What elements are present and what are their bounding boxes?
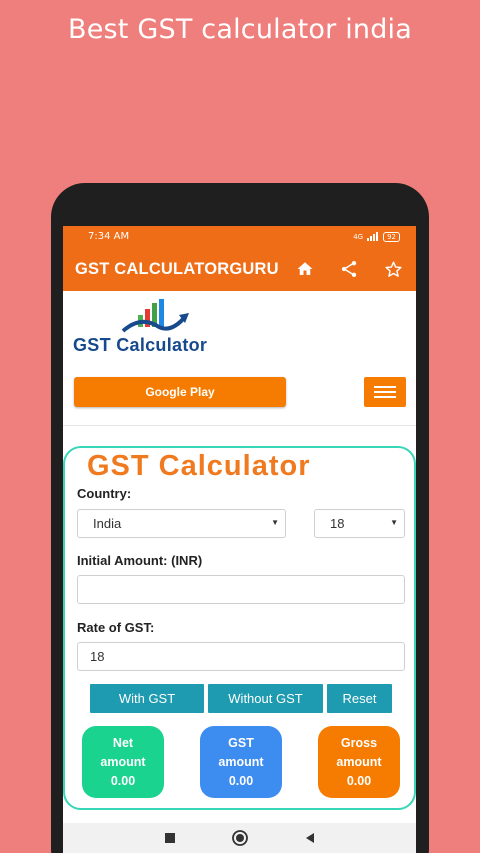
gross-amount-label-line2: amount (336, 754, 382, 769)
chevron-down-icon: ▼ (271, 518, 279, 527)
gst-amount-result: GST amount 0.00 (200, 726, 282, 798)
star-icon[interactable] (380, 256, 406, 282)
signal-bars-icon (367, 232, 379, 241)
cta-row: Google Play (63, 371, 416, 426)
back-icon[interactable] (304, 832, 316, 844)
signal-icon: 4G (353, 232, 364, 241)
app-actions (292, 256, 406, 282)
gross-amount-label-line1: Gross (340, 735, 378, 750)
status-bar: 7:34 AM 4G 92 (63, 226, 416, 247)
without-gst-button[interactable]: Without GST (208, 684, 323, 713)
home-icon[interactable] (292, 256, 318, 282)
app-title: GST CALCULATORGURU (75, 259, 279, 278)
rate-label: Rate of GST: (77, 620, 155, 635)
logo-text: GST Calculator (73, 335, 208, 355)
google-play-button[interactable]: Google Play (74, 377, 286, 407)
gst-amount-label-line2: amount (218, 754, 264, 769)
country-select-value: India (93, 516, 122, 531)
net-amount-result: Net amount 0.00 (82, 726, 164, 798)
rate-select[interactable]: 18 ▼ (314, 509, 405, 538)
share-icon[interactable] (336, 256, 362, 282)
calculator-heading: GST Calculator (87, 450, 311, 482)
gst-amount-value: 0.00 (228, 773, 254, 788)
country-select[interactable]: India ▼ (77, 509, 286, 538)
logo-area: GST Calculator (63, 291, 416, 371)
with-gst-button[interactable]: With GST (90, 684, 204, 713)
gross-amount-result: Gross amount 0.00 (318, 726, 400, 798)
status-time: 7:34 AM (88, 231, 130, 242)
net-amount-value: 0.00 (110, 773, 136, 788)
status-icons: 4G 92 (353, 231, 400, 242)
net-amount-label-line1: Net (112, 735, 134, 750)
country-label: Country: (77, 486, 132, 501)
rate-input[interactable]: 18 (77, 642, 405, 671)
hamburger-menu-icon[interactable] (364, 377, 406, 407)
chevron-down-icon: ▼ (390, 518, 398, 527)
app-screen: 7:34 AM 4G 92 GST CALCULATORGURU GST Cal… (63, 226, 416, 853)
home-nav-icon[interactable] (231, 829, 249, 847)
initial-amount-label: Initial Amount: (INR) (77, 553, 203, 568)
recents-icon[interactable] (164, 832, 176, 844)
chart-logo-icon (121, 299, 189, 333)
battery-icon: 92 (383, 231, 400, 242)
gross-amount-value: 0.00 (346, 773, 372, 788)
rate-select-value: 18 (330, 516, 345, 531)
system-nav-bar (63, 823, 416, 853)
gst-amount-label-line1: GST (228, 735, 254, 750)
initial-amount-input[interactable] (77, 575, 405, 604)
reset-button[interactable]: Reset (327, 684, 392, 713)
calculator-card: GST Calculator Country: India ▼ 18 ▼ Ini… (63, 446, 416, 810)
app-bar: GST CALCULATORGURU (63, 247, 416, 291)
net-amount-label-line2: amount (100, 754, 146, 769)
promo-title: Best GST calculator india (68, 14, 412, 45)
